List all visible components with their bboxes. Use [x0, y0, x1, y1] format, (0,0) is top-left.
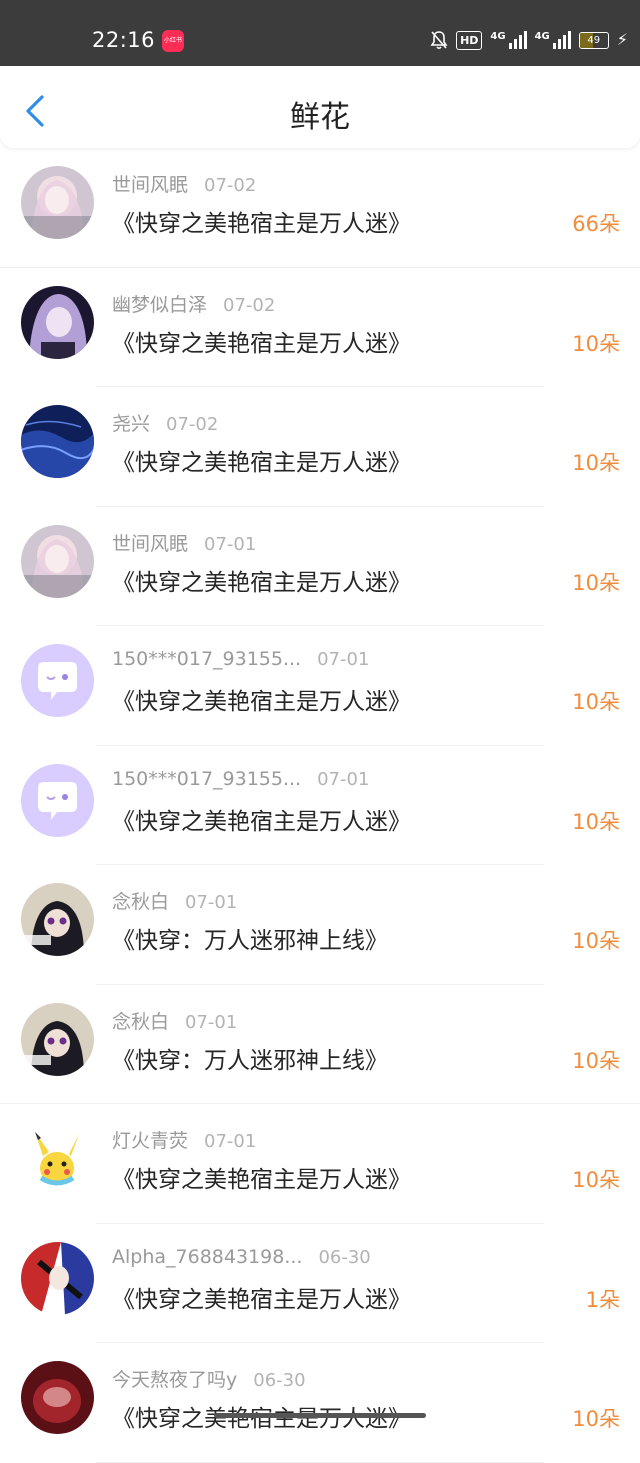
- record-date: 07-01: [317, 768, 370, 790]
- username[interactable]: 念秋白: [112, 891, 169, 913]
- flower-record-list: 世间风眠 07-02 《快穿之美艳宿主是万人迷》 66朵 幽梦似白泽 07-02 《快穿之…: [0, 148, 640, 1463]
- flower-count: 10朵: [572, 1407, 620, 1431]
- book-title[interactable]: 《快穿之美艳宿主是万人迷》: [112, 682, 411, 716]
- flower-record-row[interactable]: 150***017_93155... 07-01 《快穿之美艳宿主是万人迷》 10朵: [0, 626, 640, 746]
- user-avatar[interactable]: [21, 166, 94, 239]
- user-line: 世间风眠 07-01: [112, 529, 256, 555]
- flower-count: 10朵: [572, 570, 620, 595]
- battery-level-text: 49: [587, 34, 601, 46]
- record-date: 07-01: [204, 1131, 257, 1152]
- user-line: Alpha_768843198... 06-30: [112, 1246, 371, 1272]
- signal-icon-sim2: 4G: [535, 31, 571, 49]
- nav-bar: 鲜花: [0, 66, 640, 148]
- record-date: 07-01: [185, 892, 238, 913]
- user-avatar[interactable]: [21, 285, 94, 359]
- book-title[interactable]: 《快穿：万人迷邪神上线》: [112, 1041, 388, 1075]
- username[interactable]: 念秋白: [112, 1011, 169, 1033]
- battery-icon: 49: [578, 31, 609, 49]
- user-avatar[interactable]: [21, 1241, 94, 1315]
- user-line: 幽梦似白泽 07-02: [112, 290, 275, 316]
- flower-record-row[interactable]: Alpha_768843198... 06-30 《快穿之美艳宿主是万人迷》 1朵: [0, 1224, 640, 1343]
- flower-count: 1朵: [585, 1287, 620, 1312]
- flower-count: 10朵: [572, 690, 620, 714]
- book-title[interactable]: 《快穿之美艳宿主是万人迷》: [112, 563, 411, 597]
- user-avatar[interactable]: [21, 1361, 94, 1434]
- flower-record-row[interactable]: 世间风眠 07-02 《快穿之美艳宿主是万人迷》 66朵: [0, 148, 640, 268]
- flower-count: 10朵: [572, 331, 620, 356]
- record-date: 07-01: [185, 1011, 238, 1033]
- home-indicator[interactable]: [214, 1413, 426, 1418]
- status-bar: 22:16 小红书 HD 4G 4G 49 ⚡: [0, 0, 640, 66]
- user-line: 尧兴 07-02: [112, 409, 218, 435]
- record-date: 07-02: [223, 294, 276, 316]
- user-line: 灯火青荧 07-01: [112, 1126, 256, 1152]
- username[interactable]: 幽梦似白泽: [112, 294, 207, 316]
- charging-bolt-icon: ⚡: [616, 30, 628, 49]
- user-avatar[interactable]: [21, 1002, 94, 1076]
- book-title[interactable]: 《快穿之美艳宿主是万人迷》: [112, 1160, 411, 1194]
- record-date: 07-01: [317, 649, 370, 670]
- page-title: 鲜花: [290, 100, 350, 135]
- flower-record-row[interactable]: 念秋白 07-01 《快穿：万人迷邪神上线》 10朵: [0, 865, 640, 985]
- network-type-2: 4G: [534, 31, 550, 42]
- signal-icon-sim1: 4G: [490, 31, 527, 49]
- flower-record-row[interactable]: 尧兴 07-02 《快穿之美艳宿主是万人迷》 10朵: [0, 387, 640, 507]
- user-avatar[interactable]: [21, 405, 94, 478]
- book-title[interactable]: 《快穿之美艳宿主是万人迷》: [112, 204, 411, 238]
- status-icons: HD 4G 4G 49 ⚡: [430, 28, 628, 52]
- hd-voice-icon: HD: [456, 30, 483, 50]
- record-date: 07-02: [166, 414, 219, 435]
- row-divider: [96, 1461, 544, 1463]
- record-date: 06-30: [253, 1370, 306, 1391]
- book-title[interactable]: 《快穿之美艳宿主是万人迷》: [112, 802, 411, 836]
- flower-count: 10朵: [572, 809, 620, 834]
- username[interactable]: 世间风眠: [112, 174, 188, 196]
- user-avatar[interactable]: [21, 763, 94, 837]
- user-avatar[interactable]: [21, 883, 94, 956]
- book-title[interactable]: 《快穿：万人迷邪神上线》: [112, 921, 388, 955]
- record-date: 06-30: [318, 1246, 371, 1268]
- username[interactable]: 世间风眠: [112, 533, 188, 555]
- book-title[interactable]: 《快穿之美艳宿主是万人迷》: [112, 1280, 411, 1314]
- bell-muted-icon: [430, 30, 448, 50]
- flower-count: 66朵: [572, 212, 620, 236]
- flower-record-row[interactable]: 幽梦似白泽 07-02 《快穿之美艳宿主是万人迷》 10朵: [0, 268, 640, 387]
- username[interactable]: 灯火青荧: [112, 1130, 188, 1152]
- flower-count: 10朵: [572, 929, 620, 953]
- user-line: 念秋白 07-01: [112, 1007, 237, 1033]
- flower-record-row[interactable]: 念秋白 07-01 《快穿：万人迷邪神上线》 10朵: [0, 985, 640, 1104]
- user-line: 今天熬夜了吗y 06-30: [112, 1365, 306, 1391]
- user-line: 念秋白 07-01: [112, 887, 237, 913]
- flower-record-row[interactable]: 150***017_93155... 07-01 《快穿之美艳宿主是万人迷》 10朵: [0, 746, 640, 865]
- user-line: 150***017_93155... 07-01: [112, 768, 369, 794]
- flower-record-row[interactable]: 世间风眠 07-01 《快穿之美艳宿主是万人迷》 10朵: [0, 507, 640, 626]
- record-date: 07-02: [204, 175, 257, 196]
- flower-record-row[interactable]: 灯火青荧 07-01 《快穿之美艳宿主是万人迷》 10朵: [0, 1104, 640, 1224]
- flower-count: 10朵: [572, 1048, 620, 1073]
- status-time: 22:16: [92, 28, 156, 52]
- username[interactable]: 150***017_93155...: [112, 648, 301, 670]
- username[interactable]: 150***017_93155...: [112, 768, 301, 790]
- flower-count: 10朵: [572, 1168, 620, 1192]
- username[interactable]: Alpha_768843198...: [112, 1246, 302, 1268]
- user-avatar[interactable]: [21, 1122, 94, 1195]
- user-avatar[interactable]: [21, 644, 94, 717]
- flower-count: 10朵: [572, 451, 620, 475]
- user-line: 世间风眠 07-02: [112, 170, 256, 196]
- username[interactable]: 今天熬夜了吗y: [112, 1369, 237, 1391]
- user-avatar[interactable]: [21, 524, 94, 598]
- user-line: 150***017_93155... 07-01: [112, 648, 369, 674]
- record-date: 07-01: [204, 533, 257, 555]
- xiaohongshu-app-icon: 小红书: [162, 30, 184, 52]
- book-title[interactable]: 《快穿之美艳宿主是万人迷》: [112, 324, 411, 358]
- flower-record-row[interactable]: 今天熬夜了吗y 06-30 《快穿之美艳宿主是万人迷》 10朵: [0, 1343, 640, 1463]
- network-type-1: 4G: [490, 31, 506, 42]
- username[interactable]: 尧兴: [112, 413, 150, 435]
- book-title[interactable]: 《快穿之美艳宿主是万人迷》: [112, 443, 411, 477]
